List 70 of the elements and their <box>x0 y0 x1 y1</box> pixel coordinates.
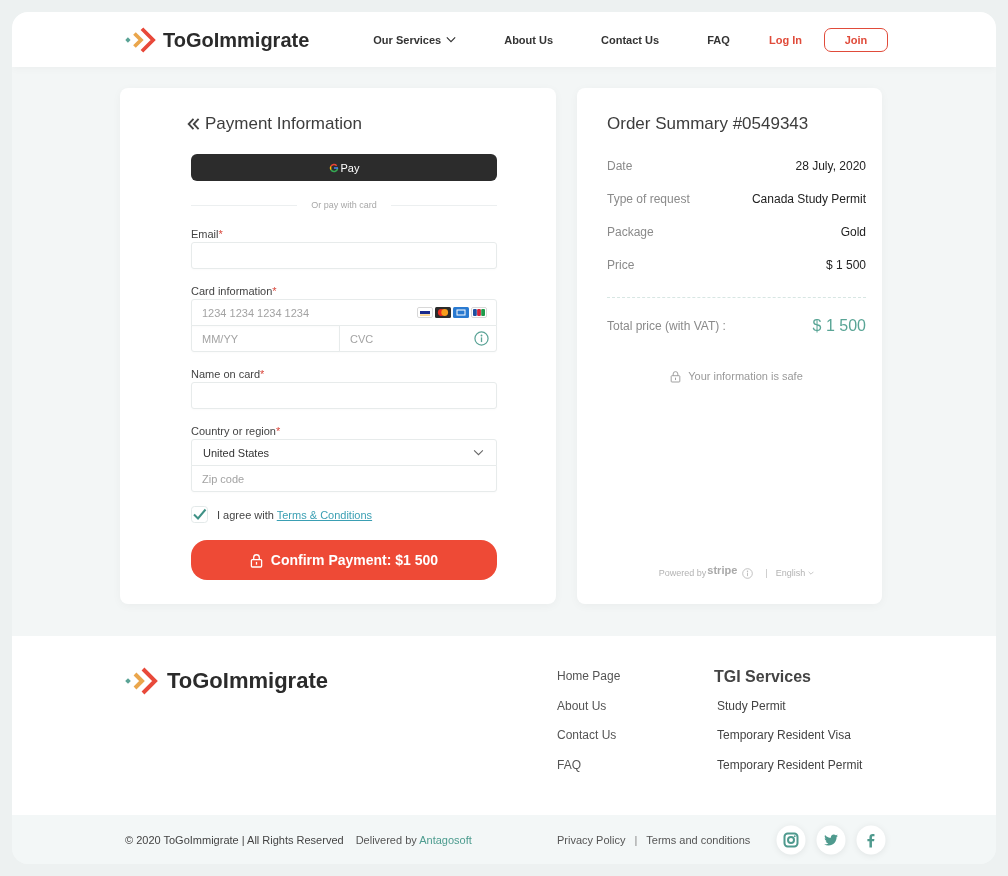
legal-link[interactable]: Privacy Policy <box>557 833 626 846</box>
nav-link[interactable]: FAQ <box>707 32 730 47</box>
row-value: Canada Study Permit <box>751 191 866 206</box>
info-icon[interactable] <box>742 567 754 579</box>
input-field[interactable] <box>191 242 497 269</box>
expiry-field[interactable]: MM/YY <box>191 325 340 352</box>
nav-link[interactable]: Contact Us <box>601 32 660 47</box>
double-chevron-left-icon[interactable] <box>187 117 200 131</box>
row-label: Type of request <box>607 191 690 206</box>
agreement-text: I agree with Terms & Conditions <box>217 508 373 521</box>
g-logo-icon <box>328 162 339 173</box>
row-value: $ 1 500 <box>825 257 866 272</box>
legal-link[interactable]: Terms and conditions <box>646 833 751 846</box>
bird-icon[interactable] <box>816 824 846 855</box>
separator: | <box>765 568 768 578</box>
zip-field[interactable]: Zip code <box>191 465 497 492</box>
checkbox[interactable] <box>191 506 208 523</box>
login-link[interactable]: Log In <box>769 33 802 46</box>
footer-link[interactable]: FAQ <box>557 750 581 780</box>
credit-text: Delivered by Antagosoft <box>355 833 472 846</box>
copyright-text: © 2020 ToGoImmigrate | All Rights Reserved <box>125 833 344 846</box>
country-select[interactable]: United States <box>191 439 497 466</box>
chevron-logo-icon[interactable] <box>125 25 157 54</box>
safe-note: Your information is safe <box>688 370 803 382</box>
chevron-logo-icon[interactable] <box>125 665 159 697</box>
lock-icon <box>670 369 682 383</box>
row-label: Date <box>607 158 633 173</box>
nav-link[interactable]: Our Services <box>373 32 457 47</box>
row-label: Package <box>607 224 654 239</box>
service-link[interactable]: Temporary Resident Visa <box>717 721 851 751</box>
card-logo-icon <box>435 307 451 318</box>
chevron-down-icon <box>808 571 815 575</box>
pay-button[interactable]: Pay <box>191 154 497 181</box>
row-value: Gold <box>840 224 866 239</box>
footer-link[interactable]: About Us <box>557 691 607 721</box>
service-link[interactable]: Temporary Resident Permit <box>717 750 863 780</box>
field-label: Name on card* <box>191 367 266 381</box>
divider-text: Or pay with card <box>311 200 377 210</box>
chevron-down-icon <box>473 449 484 456</box>
cvc-field[interactable]: CVC <box>339 325 497 352</box>
payment-title: Payment Information <box>205 113 362 135</box>
services-heading: TGI Services <box>714 667 811 687</box>
camera-icon[interactable] <box>776 824 806 855</box>
powered-by-text: Powered by <box>658 568 707 578</box>
input-field[interactable] <box>191 382 497 409</box>
row-value: 28 July, 2020 <box>795 158 866 173</box>
field-label: Country or region* <box>191 424 282 438</box>
chevron-down-icon <box>446 36 457 43</box>
field-label: Email* <box>191 227 224 241</box>
brand-name: ToGoImmigrate <box>163 27 310 52</box>
footer-link[interactable]: Home Page <box>557 662 621 692</box>
separator: | <box>634 833 638 846</box>
row-label: Price <box>607 257 635 272</box>
lock-icon <box>249 552 263 568</box>
info-icon[interactable] <box>474 331 489 346</box>
processor-name: stripe <box>707 563 738 576</box>
join-button[interactable]: Join <box>824 27 888 52</box>
confirm-payment-button[interactable]: Confirm Payment: $1 500 <box>191 540 497 580</box>
footer-link[interactable]: Contact Us <box>557 721 617 751</box>
field-label: Card information* <box>191 284 278 298</box>
order-title: Order Summary #0549343 <box>607 113 810 135</box>
brand-name: ToGoImmigrate <box>167 668 328 694</box>
total-value: $ 1 500 <box>812 317 866 335</box>
card-logo-icon <box>417 307 433 318</box>
total-label: Total price (with VAT) : <box>607 319 726 333</box>
card-logo-icon <box>453 307 469 318</box>
service-link[interactable]: Study Permit <box>717 691 786 721</box>
letter-f-icon[interactable] <box>856 824 886 855</box>
card-logo-icon <box>471 307 487 318</box>
nav-link[interactable]: About Us <box>504 32 554 47</box>
